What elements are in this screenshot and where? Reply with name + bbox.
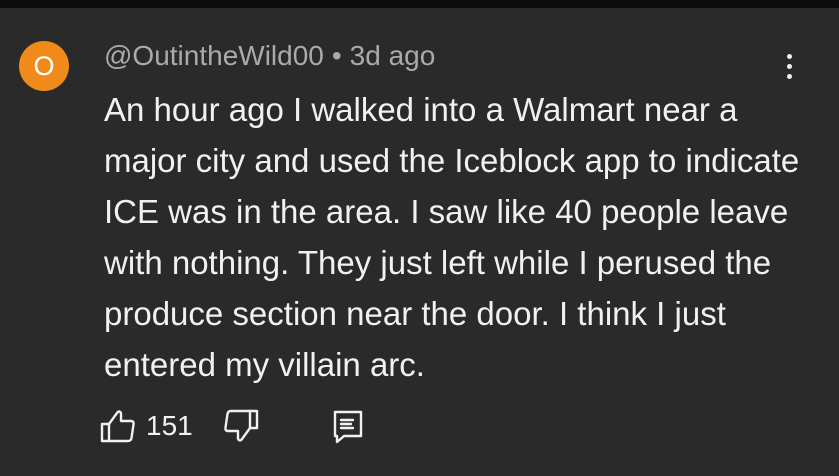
thumbs-up-icon — [100, 409, 136, 443]
comment-text: An hour ago I walked into a Walmart near… — [104, 91, 800, 383]
thumbs-down-icon — [223, 409, 259, 447]
avatar-letter: O — [33, 50, 55, 81]
comment: O @OutintheWild00 • 3d ago An hour ago I w… — [0, 8, 839, 476]
like-button[interactable]: 151 — [100, 406, 193, 446]
username[interactable]: @OutintheWild00 — [104, 40, 324, 71]
more-vert-icon — [786, 53, 792, 59]
separator: • — [331, 40, 342, 71]
more-vert-icon-dot — [786, 63, 792, 69]
reply-icon — [332, 410, 364, 449]
avatar[interactable]: O — [19, 41, 69, 91]
timestamp[interactable]: 3d ago — [350, 40, 436, 71]
like-count: 151 — [146, 410, 193, 441]
reply-button[interactable] — [332, 409, 364, 450]
comment-actions: 151 — [100, 406, 400, 446]
top-divider — [0, 0, 839, 8]
dislike-button[interactable] — [223, 409, 259, 448]
comment-header: @OutintheWild00 • 3d ago — [104, 39, 435, 73]
more-options-button[interactable] — [774, 46, 804, 86]
more-vert-icon-dot — [786, 73, 792, 79]
